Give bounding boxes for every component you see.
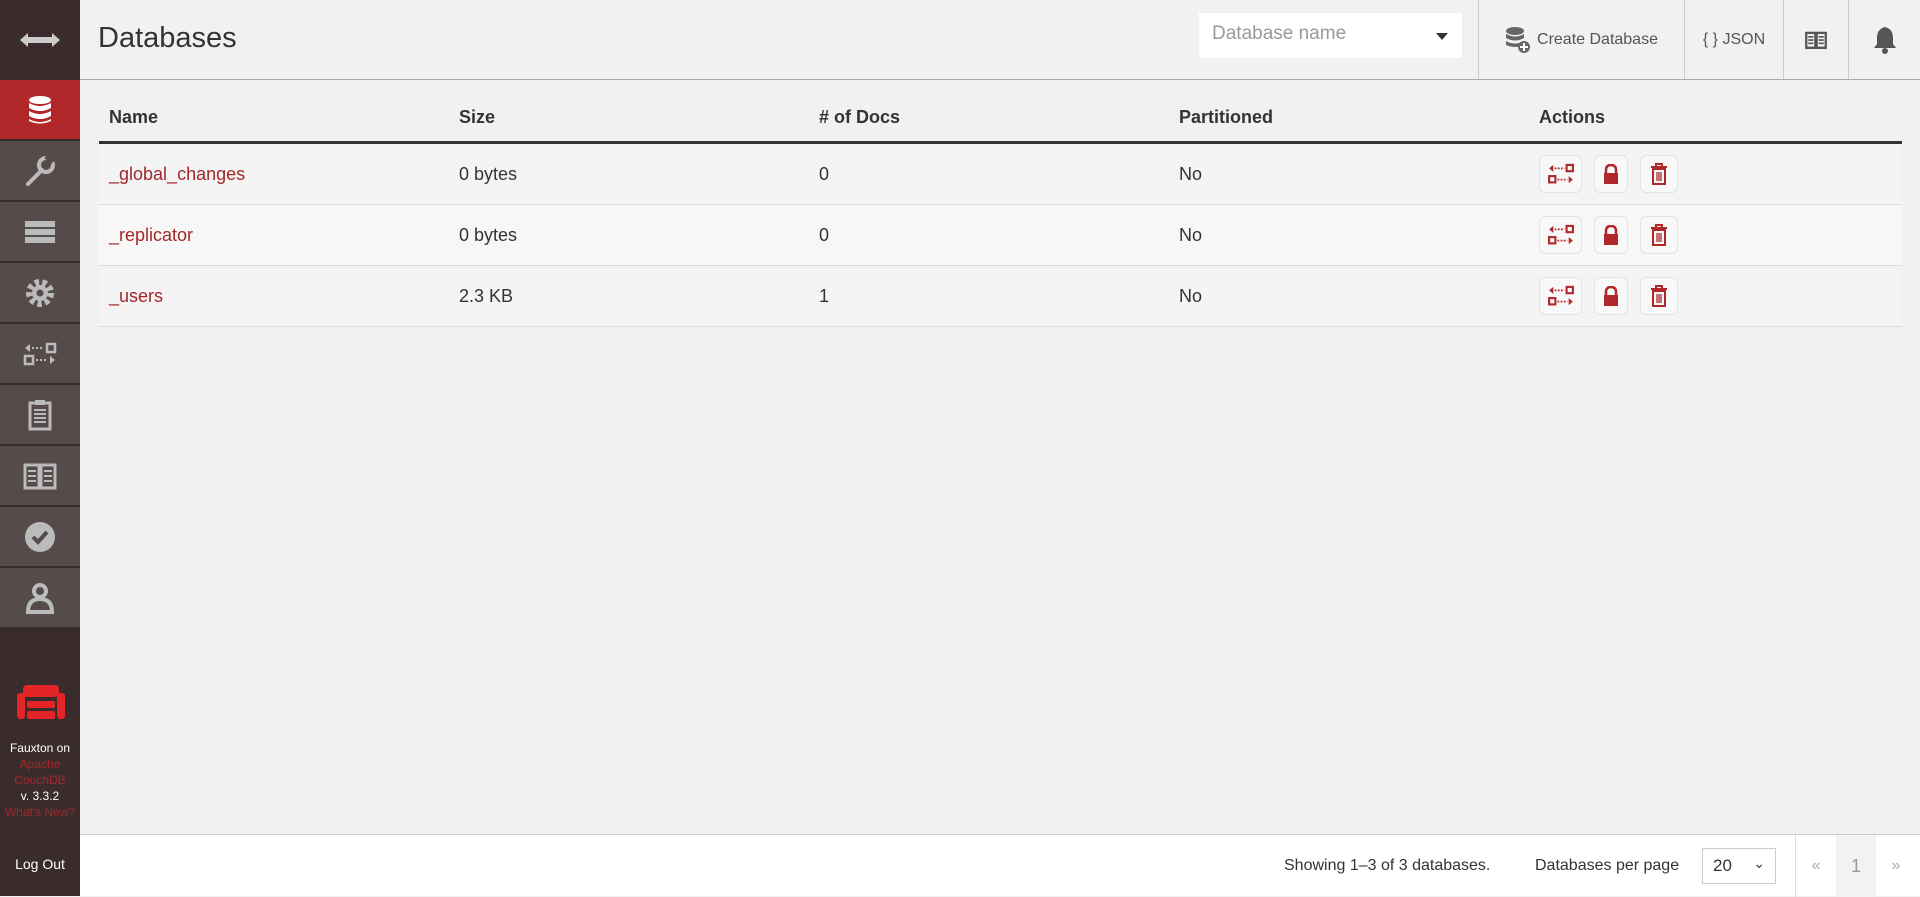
delete-button[interactable]: [1640, 277, 1678, 315]
database-link[interactable]: _users: [109, 286, 163, 306]
replicate-button[interactable]: [1539, 277, 1582, 315]
header: Databases Database name Create Database …: [80, 0, 1920, 80]
sidebar-item-verify[interactable]: [0, 507, 80, 568]
version: v. 3.3.2: [20, 789, 60, 803]
table-row: _replicator 0 bytes 0 No: [99, 205, 1902, 266]
table-row: _users 2.3 KB 1 No: [99, 266, 1902, 327]
sidebar-item-setup[interactable]: [0, 141, 80, 202]
permissions-button[interactable]: [1594, 216, 1628, 254]
create-database-label: Create Database: [1537, 30, 1658, 48]
sidebar: Fauxton on Apache CouchDB v. 3.3.2 What'…: [0, 0, 80, 896]
server-icon: [25, 220, 55, 243]
clipboard-icon: [28, 399, 52, 430]
lock-icon: [1604, 225, 1618, 245]
page-title: Databases: [98, 22, 237, 54]
per-page-label: Databases per page: [1535, 857, 1680, 874]
cell-partitioned: No: [1179, 163, 1203, 184]
cell-partitioned: No: [1179, 224, 1203, 245]
permissions-button[interactable]: [1594, 155, 1628, 193]
table-header: Name Size # of Docs Partitioned Actions: [99, 94, 1902, 144]
column-header-actions: Actions: [1539, 107, 1606, 127]
cell-size: 2.3 KB: [459, 285, 514, 306]
couchdb-link[interactable]: CouchDB: [0, 772, 80, 788]
caret-down-icon[interactable]: [1436, 33, 1448, 40]
book-icon: [1805, 31, 1827, 49]
cell-actions: [1539, 277, 1902, 315]
table-row: _global_changes 0 bytes 0 No: [99, 144, 1902, 205]
cell-docs: 1: [819, 285, 830, 306]
brand-line: Fauxton on: [9, 741, 71, 755]
gear-icon: [26, 278, 54, 307]
sidebar-item-config[interactable]: [0, 263, 80, 324]
brand-info: Fauxton on Apache CouchDB v. 3.3.2 What'…: [0, 740, 80, 820]
cell-name: _global_changes: [99, 164, 459, 185]
user-icon: [25, 582, 55, 614]
search-placeholder: Database name: [1212, 23, 1347, 44]
replicate-button[interactable]: [1539, 155, 1582, 193]
database-link[interactable]: _global_changes: [109, 164, 245, 184]
column-header-partitioned: Partitioned: [1179, 107, 1274, 127]
lock-icon: [1604, 286, 1618, 306]
sidebar-toggle[interactable]: [0, 0, 80, 80]
bell-icon: [1873, 26, 1896, 54]
cell-size: 0 bytes: [459, 224, 518, 245]
delete-button[interactable]: [1640, 216, 1678, 254]
check-circle-icon: [25, 521, 55, 552]
json-label: { } JSON: [1702, 30, 1766, 48]
cell-partitioned: No: [1179, 285, 1203, 306]
cell-name: _users: [99, 286, 459, 307]
next-page-button[interactable]: »: [1876, 835, 1916, 897]
database-icon: [29, 95, 51, 123]
trash-icon: [1651, 224, 1667, 246]
trash-icon: [1651, 163, 1667, 185]
footer: Showing 1–3 of 3 databases. Databases pe…: [80, 834, 1920, 897]
replication-icon: [23, 342, 57, 365]
column-header-docs: # of Docs: [819, 107, 901, 127]
per-page-select[interactable]: 20 ⌄: [1702, 848, 1776, 884]
documentation-button[interactable]: [1783, 0, 1848, 79]
column-header-size: Size: [459, 107, 496, 127]
json-button[interactable]: { } JSON: [1684, 0, 1783, 79]
logout-button[interactable]: Log Out: [0, 856, 80, 872]
sidebar-item-active-tasks[interactable]: [0, 202, 80, 263]
per-page-value: 20: [1713, 856, 1732, 875]
lock-icon: [1604, 164, 1618, 184]
replication-icon: [1547, 224, 1574, 245]
cell-name: _replicator: [99, 225, 459, 246]
chevron-down-icon: ⌄: [1753, 855, 1765, 871]
prev-page-button[interactable]: «: [1796, 835, 1836, 897]
replication-icon: [1547, 285, 1574, 306]
trash-icon: [1651, 285, 1667, 307]
notifications-button[interactable]: [1848, 0, 1920, 79]
sidebar-item-documentation[interactable]: [0, 446, 80, 507]
cell-actions: [1539, 155, 1902, 193]
apache-link[interactable]: Apache: [0, 756, 80, 772]
sidebar-item-databases[interactable]: [0, 80, 80, 141]
cell-docs: 0: [819, 163, 830, 184]
create-database-button[interactable]: Create Database: [1478, 0, 1684, 79]
sidebar-item-user[interactable]: [0, 568, 80, 629]
couchdb-logo: [17, 685, 65, 719]
permissions-button[interactable]: [1594, 277, 1628, 315]
sidebar-item-replication[interactable]: [0, 324, 80, 385]
book-icon: [23, 463, 57, 489]
whats-new-link[interactable]: What's New?: [0, 804, 80, 820]
database-search-input[interactable]: Database name: [1199, 13, 1462, 58]
cell-actions: [1539, 216, 1902, 254]
sidebar-item-logs[interactable]: [0, 385, 80, 446]
cell-docs: 0: [819, 224, 830, 245]
expand-arrows-icon: [20, 33, 60, 47]
column-header-name[interactable]: Name: [99, 107, 459, 128]
databases-table: Name Size # of Docs Partitioned Actions …: [99, 94, 1902, 327]
pagination: « 1 »: [1795, 835, 1920, 897]
showing-count: Showing 1–3 of 3 databases.: [1284, 857, 1491, 874]
database-link[interactable]: _replicator: [109, 225, 193, 245]
replication-icon: [1547, 163, 1574, 184]
cell-size: 0 bytes: [459, 163, 518, 184]
database-add-icon: [1506, 26, 1531, 53]
replicate-button[interactable]: [1539, 216, 1582, 254]
wrench-icon: [26, 151, 57, 186]
delete-button[interactable]: [1640, 155, 1678, 193]
page-1-button[interactable]: 1: [1836, 835, 1876, 897]
